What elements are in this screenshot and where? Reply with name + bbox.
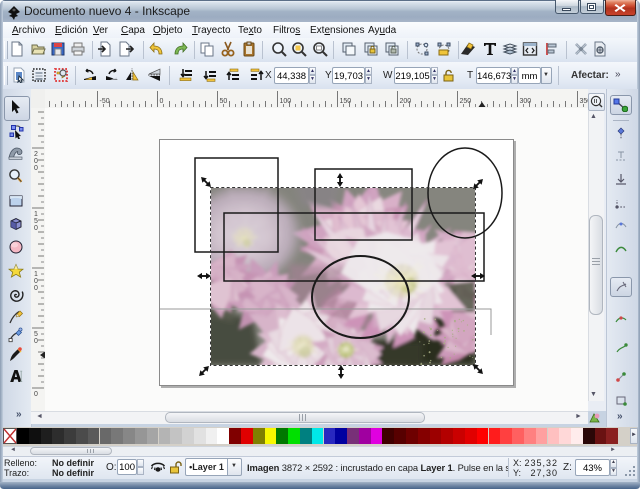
svg-text:5: 5 — [34, 331, 38, 338]
svg-text:5: 5 — [34, 218, 38, 225]
svg-text:1: 1 — [34, 271, 38, 278]
svg-text:0: 0 — [34, 278, 38, 285]
svg-text:0: 0 — [34, 158, 38, 165]
svg-text:0: 0 — [34, 225, 38, 232]
svg-text:0: 0 — [34, 391, 38, 398]
svg-text:2: 2 — [34, 151, 38, 158]
svg-text:0: 0 — [34, 285, 38, 292]
svg-text:0: 0 — [34, 338, 38, 345]
svg-text:1: 1 — [34, 211, 38, 218]
svg-text:0: 0 — [34, 165, 38, 172]
